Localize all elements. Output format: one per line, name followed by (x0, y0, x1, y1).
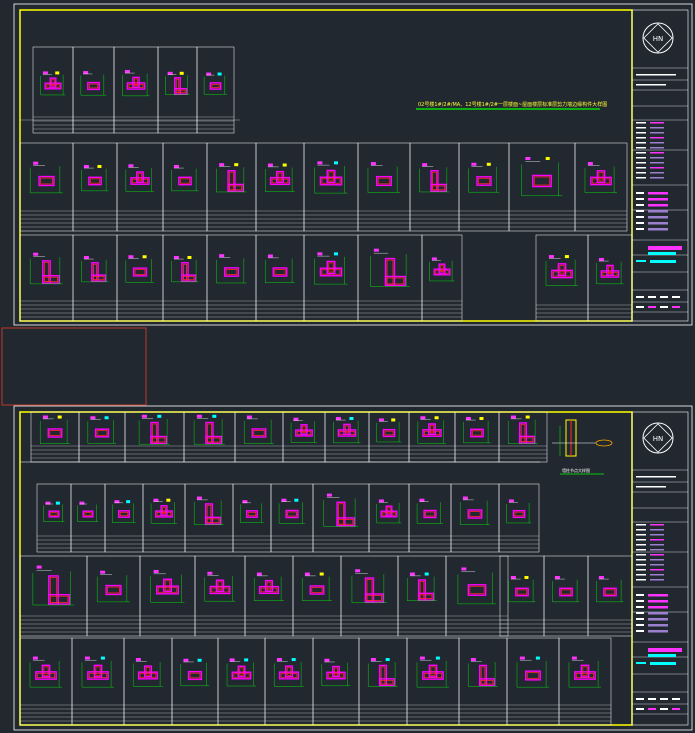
svg-text:HN: HN (653, 35, 664, 43)
sheet2-row1-cell-5 (234, 411, 284, 463)
sheet2-row2-cell-1 (36, 483, 72, 553)
sheet1-row3-cell-extra2 (587, 234, 633, 322)
sheet1-row2-cell-5 (206, 142, 257, 232)
sheet2-row3-cell-extra1 (499, 555, 545, 637)
sheet2-row2-cell-12 (498, 483, 540, 553)
sheet1-row2-cell-10 (458, 142, 510, 232)
sheet1-title: 02号楼1#/2#/MA、12号楼1#/2#一层楼面~屋面楼层标准层剪力墙边缘构… (418, 101, 607, 108)
sheet1-row3-cell-extra1 (535, 234, 589, 322)
sheet2-row2-cell-8 (312, 483, 370, 553)
sheet2-row3-cell-extra2 (543, 555, 589, 637)
sheet1-row3-cell-4 (162, 234, 208, 322)
sheet2-row4-cell-9 (406, 637, 460, 726)
sheet2-section-detail: 墙柱节点大样图 (552, 419, 613, 475)
sheet2-logo: HN (642, 422, 674, 454)
viewport-rect[interactable] (1, 327, 147, 406)
sheet2-row3-cell-1 (19, 555, 88, 637)
sheet1-row3-cell-9 (421, 234, 463, 322)
sheet1-row2-cell-11 (508, 142, 576, 232)
sheet1-title-block (631, 9, 689, 322)
sheet2-row3-cell-4 (194, 555, 246, 637)
sheet2-row4-cell-12 (558, 637, 612, 726)
sheet2-row1-cell-7 (324, 411, 370, 463)
sheet2-row4-cell-5 (217, 637, 266, 726)
sheet2-row4-cell-6 (264, 637, 314, 726)
sheet2-row3-cell-7 (340, 555, 399, 637)
sheet2-row1-cell-9 (408, 411, 456, 463)
sheet1-row2-cell-12 (574, 142, 628, 232)
sheet1-row2-cell-1 (19, 142, 74, 232)
svg-text:HN: HN (653, 435, 664, 443)
sheet1-row2-cell-8 (357, 142, 411, 232)
sheet1-row3-cell-7 (303, 234, 359, 322)
sheet2-row1-cell-11 (498, 411, 548, 463)
sheet2-row1-cell-2 (78, 411, 126, 463)
sheet1-row3-cell-3 (116, 234, 164, 322)
sheet2-row1-cell-4 (183, 411, 236, 463)
sheet2-row2-cell-10 (408, 483, 452, 553)
sheet2-row4-cell-1 (19, 637, 73, 726)
sheet2-row1-cell-1 (30, 411, 80, 463)
sheet2-row2-cell-4 (142, 483, 186, 553)
sheet1-row3-cell-5 (206, 234, 257, 322)
sheet1-title-block-lines (632, 67, 688, 313)
cad-drawing-canvas: 02号楼1#/2#/MA、12号楼1#/2#一层楼面~屋面楼层标准层剪力墙边缘构… (1, 3, 693, 731)
sheet2-row4-cell-2 (71, 637, 125, 726)
sheet2-row3-cell-2 (86, 555, 141, 637)
sheet1-row3-cell-8 (357, 234, 423, 322)
sheet2-row2-cell-2 (70, 483, 106, 553)
sheet1-row2-cell-4 (162, 142, 208, 232)
sheet2-row4-cell-4 (171, 637, 219, 726)
sheet2-row1-cell-3 (124, 411, 185, 463)
sheet2-row3-cell-8 (397, 555, 447, 637)
sheet2-row2-cell-5 (184, 483, 234, 553)
sheet1-row3-cell-2 (72, 234, 118, 322)
sheet1-row2-cell-3 (116, 142, 164, 232)
sheet1-row2-cell-2 (72, 142, 118, 232)
sheet2-row2-cell-9 (368, 483, 410, 553)
sheet1-row2-cell-9 (409, 142, 460, 232)
sheet2-row2-cell-3 (104, 483, 144, 553)
sheet2-row1-cell-8 (368, 411, 410, 463)
sheet1-row3-cell-1 (19, 234, 74, 322)
sheet2-title-block (631, 411, 689, 726)
sheet2-row2-cell-11 (450, 483, 500, 553)
sheet2-row3-cell-6 (292, 555, 342, 637)
sheet2-row4-cell-3 (123, 637, 173, 726)
sheet2-row2-cell-6 (232, 483, 272, 553)
sheet2-row3-cell-extra3 (587, 555, 633, 637)
sheet1-row3-cell-6 (255, 234, 305, 322)
sheet2-row2-cell-7 (270, 483, 314, 553)
sheet2-row3-cell-3 (139, 555, 196, 637)
sheet2-title-block-lines (632, 469, 688, 715)
sheet2-row4-cell-8 (358, 637, 408, 726)
sheet2-row3-cell-5 (244, 555, 294, 637)
sheet2-row1-cell-6 (282, 411, 326, 463)
sheet2-outer-frame (13, 405, 693, 731)
sheet2-row3-cell-9 (445, 555, 509, 637)
sheet1-row2-cell-6 (255, 142, 305, 232)
sheet2-row4-cell-11 (506, 637, 560, 726)
sheet2-row1-cell-10 (454, 411, 500, 463)
sheet2-row4-cell-7 (312, 637, 360, 726)
sheet1-row2-cell-7 (303, 142, 359, 232)
svg-text:墙柱节点大样图: 墙柱节点大样图 (562, 467, 590, 473)
sheet1-logo: HN (642, 22, 674, 54)
sheet2-row4-cell-10 (458, 637, 508, 726)
